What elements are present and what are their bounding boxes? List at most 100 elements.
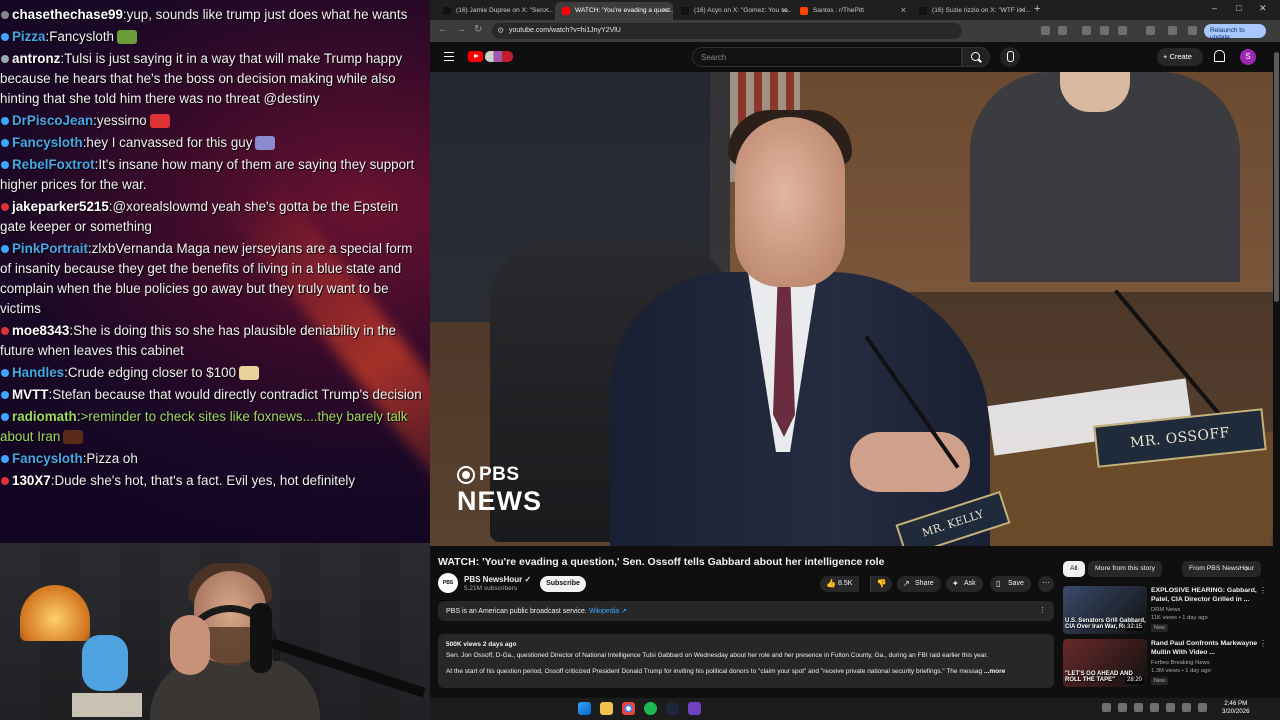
tray-chevron-icon[interactable] bbox=[1102, 703, 1111, 712]
extension-icon[interactable] bbox=[1082, 26, 1091, 35]
address-bar[interactable]: ⚙ youtube.com/watch?v=hi1JnyY2VlU bbox=[492, 23, 962, 39]
chat-username[interactable]: chasethechase99 bbox=[12, 7, 123, 22]
show-more-link[interactable]: ...more bbox=[984, 668, 1005, 675]
steam-icon[interactable] bbox=[666, 702, 679, 715]
tab-close-icon[interactable]: × bbox=[901, 5, 906, 15]
channel-name[interactable]: PBS NewsHour ✓ bbox=[464, 575, 531, 584]
obs-icon[interactable] bbox=[688, 702, 701, 715]
chat-username[interactable]: RebelFoxtrot bbox=[12, 157, 95, 172]
new-badge: New bbox=[1151, 624, 1169, 632]
maximize-button[interactable]: □ bbox=[1236, 3, 1241, 13]
chat-username[interactable]: radiomath bbox=[12, 409, 77, 424]
kebab-menu-icon[interactable]: ⋮ bbox=[1259, 586, 1267, 595]
chevron-right-icon[interactable]: › bbox=[1245, 563, 1248, 574]
pbs-logo-icon bbox=[457, 466, 475, 484]
chat-panel: chasethechase99:yup, sounds like trump j… bbox=[0, 0, 430, 543]
tray-app-icon[interactable] bbox=[1166, 703, 1175, 712]
wifi-icon[interactable] bbox=[1182, 703, 1191, 712]
youtube-logo[interactable] bbox=[468, 51, 483, 62]
webcam-feed bbox=[0, 543, 430, 720]
recommended-title[interactable]: Rand Paul Confronts Markwayne Mullin Wit… bbox=[1151, 639, 1263, 657]
kebab-menu-icon[interactable]: ⋮ bbox=[1039, 606, 1046, 614]
filter-chip[interactable]: All bbox=[1063, 561, 1085, 577]
chat-username[interactable]: antronz bbox=[12, 51, 60, 66]
like-button[interactable]: 👍 8.5K bbox=[820, 576, 860, 592]
tray-app-icon[interactable] bbox=[1150, 703, 1159, 712]
extension-icon[interactable] bbox=[1100, 26, 1109, 35]
file-explorer-icon[interactable] bbox=[600, 702, 613, 715]
more-actions-button[interactable]: ··· bbox=[1038, 576, 1054, 592]
chat-username[interactable]: Handles bbox=[12, 365, 64, 380]
install-app-icon[interactable] bbox=[1041, 26, 1050, 35]
filter-chip[interactable]: More from this story bbox=[1088, 561, 1163, 577]
recommended-video[interactable]: U.S. Senators Grill Gabbard, CIA Over Ir… bbox=[1063, 586, 1273, 636]
account-avatar[interactable]: S bbox=[1240, 49, 1256, 65]
spotify-icon[interactable] bbox=[644, 702, 657, 715]
close-window-button[interactable]: ✕ bbox=[1259, 3, 1267, 14]
page-scrollbar[interactable] bbox=[1273, 42, 1280, 706]
hamburger-menu-icon[interactable] bbox=[444, 52, 454, 61]
filter-chip[interactable]: From PBS NewsHour bbox=[1182, 561, 1261, 577]
relaunch-button[interactable]: Relaunch to update bbox=[1204, 24, 1266, 41]
ask-button[interactable]: ✦ Ask bbox=[946, 576, 983, 592]
browser-tab[interactable]: WATCH: 'You're evading a quest... × bbox=[555, 2, 673, 20]
browser-tab[interactable]: (16) Acyn on X: "Gomez: You sa... × bbox=[674, 2, 792, 20]
chat-username[interactable]: Fancysloth bbox=[12, 451, 83, 466]
subscribe-button[interactable]: Subscribe bbox=[540, 576, 586, 592]
chat-username[interactable]: PinkPortrait bbox=[12, 241, 88, 256]
chat-username[interactable]: jakeparker5215 bbox=[12, 199, 109, 214]
browser-tab[interactable]: Santos : r/ThePitt × bbox=[793, 2, 911, 20]
site-info-icon[interactable]: ⚙ bbox=[497, 26, 504, 35]
tab-close-icon[interactable]: × bbox=[782, 5, 787, 15]
tab-close-icon[interactable]: × bbox=[1020, 5, 1025, 15]
share-button[interactable]: ↗ Share bbox=[897, 576, 941, 592]
new-tab-button[interactable]: + bbox=[1034, 3, 1040, 15]
forward-button[interactable]: → bbox=[456, 24, 466, 35]
tray-app-icon[interactable] bbox=[1134, 703, 1143, 712]
back-button[interactable]: ← bbox=[438, 24, 448, 35]
create-button[interactable]: + Create bbox=[1157, 48, 1203, 66]
tray-app-icon[interactable] bbox=[1118, 703, 1127, 712]
scrollbar-thumb[interactable] bbox=[1274, 52, 1279, 302]
wikipedia-link[interactable]: Wikipedia ↗ bbox=[589, 608, 627, 615]
volume-icon[interactable] bbox=[1198, 703, 1207, 712]
downloads-icon[interactable] bbox=[1168, 26, 1177, 35]
tab-favicon-icon bbox=[443, 7, 451, 15]
windows-start-icon[interactable] bbox=[578, 702, 591, 715]
recommended-title[interactable]: EXPLOSIVE HEARING: Gabbard, Patel, CIA D… bbox=[1151, 586, 1263, 604]
channel-avatar[interactable]: PBS NEWS bbox=[438, 573, 458, 606]
profile-icon[interactable] bbox=[1188, 26, 1197, 35]
chat-username[interactable]: Fancysloth bbox=[12, 135, 83, 150]
bookmark-star-icon[interactable] bbox=[1058, 26, 1067, 35]
save-button[interactable]: ▯ Save bbox=[990, 576, 1031, 592]
browser-tab[interactable]: (16) Jamie Dupree on X: "Sen. ... × bbox=[436, 2, 554, 20]
chat-username[interactable]: Pizza bbox=[12, 29, 46, 44]
video-thumbnail[interactable]: "LET'S GO AHEAD AND ROLL THE TAPE" 28:20 bbox=[1063, 639, 1147, 687]
dislike-icon[interactable]: 👎 bbox=[870, 576, 892, 592]
tab-close-icon[interactable]: × bbox=[544, 5, 549, 15]
voice-search-icon[interactable] bbox=[1000, 47, 1020, 67]
kebab-menu-icon[interactable]: ⋮ bbox=[1259, 639, 1267, 648]
recommended-channel[interactable]: DRM News bbox=[1151, 607, 1180, 613]
chat-username[interactable]: MVTT bbox=[12, 387, 48, 402]
minimize-button[interactable]: – bbox=[1212, 3, 1217, 13]
recommended-video[interactable]: "LET'S GO AHEAD AND ROLL THE TAPE" 28:20… bbox=[1063, 639, 1273, 689]
chrome-icon[interactable] bbox=[622, 702, 635, 715]
notifications-bell-icon[interactable] bbox=[1214, 50, 1225, 62]
video-player[interactable]: MR. OSSOFF MR. KELLY PBS NEWS bbox=[430, 72, 1273, 546]
chat-username[interactable]: DrPiscoJean bbox=[12, 113, 93, 128]
reload-button[interactable]: ↻ bbox=[474, 24, 482, 35]
search-icon[interactable] bbox=[962, 47, 990, 67]
browser-tab[interactable]: (16) Suzie rizzio on X: "WTF is I... × bbox=[912, 2, 1030, 20]
recommended-channel[interactable]: Forbes Breaking News bbox=[1151, 660, 1210, 666]
search-input[interactable]: Search bbox=[692, 47, 962, 67]
chat-username[interactable]: 130X7 bbox=[12, 473, 51, 488]
extension-icon[interactable] bbox=[1118, 26, 1127, 35]
video-thumbnail[interactable]: U.S. Senators Grill Gabbard, CIA Over Ir… bbox=[1063, 586, 1147, 634]
system-clock[interactable]: 2:46 PM 3/20/2026 bbox=[1222, 700, 1250, 716]
video-description[interactable]: 500K views 2 days ago Sen. Jon Ossoff, D… bbox=[438, 634, 1054, 688]
extensions-puzzle-icon[interactable] bbox=[1146, 26, 1155, 35]
tab-close-icon[interactable]: × bbox=[663, 5, 668, 15]
youtube-doodle[interactable] bbox=[485, 51, 513, 62]
chat-username[interactable]: moe8343 bbox=[12, 323, 69, 338]
